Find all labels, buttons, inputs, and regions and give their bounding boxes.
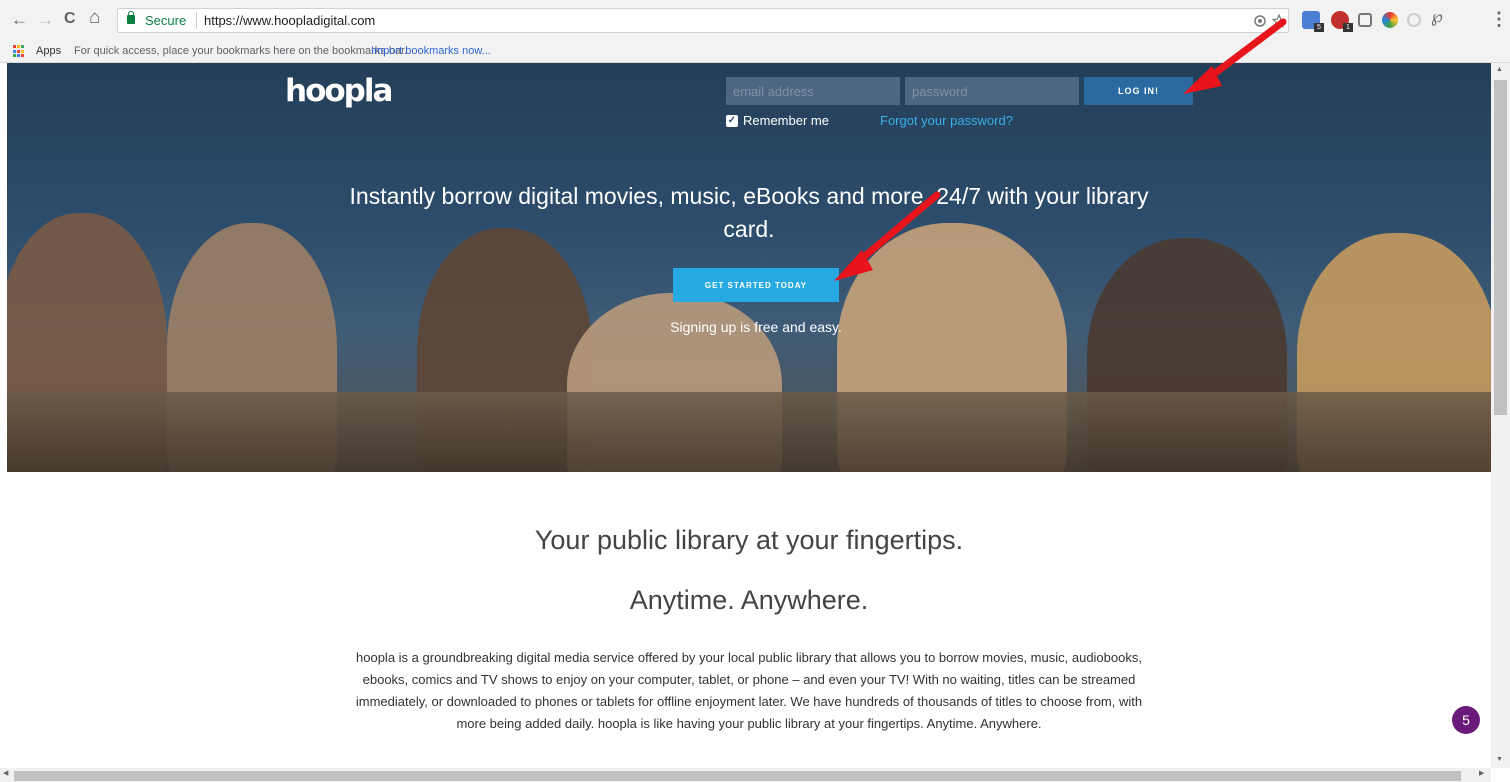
bookmark-star-icon[interactable] [1272, 14, 1286, 28]
reload-icon[interactable]: C [64, 10, 76, 28]
chat-notification-badge[interactable]: 5 [1452, 706, 1480, 734]
page-viewport: hoopla LOG IN! ✓ Remember me Forgot your… [7, 63, 1491, 768]
hero-subline: Signing up is free and easy. [670, 319, 842, 335]
forward-icon[interactable]: → [37, 10, 54, 30]
url-divider [196, 12, 197, 29]
login-button[interactable]: LOG IN! [1084, 77, 1193, 105]
section-title: Your public library at your fingertips. [534, 525, 964, 555]
hero-banner: hoopla LOG IN! ✓ Remember me Forgot your… [7, 63, 1491, 472]
section-subtitle: Anytime. Anywhere. [629, 585, 869, 615]
forgot-password-link[interactable]: Forgot your password? [880, 113, 1013, 128]
apps-label[interactable]: Apps [36, 45, 61, 57]
scroll-down-icon[interactable]: ▼ [1496, 756, 1503, 763]
hoopla-logo[interactable]: hoopla [285, 73, 393, 109]
back-icon[interactable]: ← [11, 10, 28, 30]
browser-toolbar: ← → C ⌂ Secure https://www.hoopladigital… [0, 0, 1510, 40]
extension-pinterest-icon[interactable]: ℘ [1431, 7, 1449, 26]
bookmarks-hint: For quick access, place your bookmarks h… [74, 45, 408, 57]
vertical-scrollbar-thumb[interactable] [1494, 80, 1507, 415]
scroll-left-icon[interactable]: ◀ [3, 769, 8, 777]
extension-color-icon[interactable] [1382, 12, 1398, 28]
extension-cast-icon[interactable] [1358, 13, 1372, 27]
extension-grey-icon[interactable] [1407, 13, 1421, 27]
remember-me-label[interactable]: Remember me [743, 113, 829, 128]
scroll-up-icon[interactable]: ▲ [1496, 66, 1503, 73]
home-icon[interactable]: ⌂ [89, 7, 100, 29]
password-input[interactable] [905, 77, 1079, 105]
location-icon[interactable] [1253, 14, 1267, 28]
horizontal-scrollbar-thumb[interactable] [14, 771, 1461, 781]
bookmarks-bar: Apps For quick access, place your bookma… [0, 40, 1510, 63]
import-bookmarks-link[interactable]: Import bookmarks now... [371, 45, 491, 57]
hero-headline: Instantly borrow digital movies, music, … [349, 183, 1149, 242]
apps-grid-icon[interactable] [13, 45, 26, 58]
address-bar[interactable]: Secure https://www.hoopladigital.com [117, 8, 1289, 33]
url-text[interactable]: https://www.hoopladigital.com [204, 13, 375, 28]
extension-adblock-icon[interactable]: 1 [1331, 11, 1353, 32]
get-started-button[interactable]: GET STARTED TODAY [673, 268, 839, 302]
hero-photo-bench [7, 392, 1491, 472]
secure-label: Secure [145, 13, 187, 28]
scroll-right-icon[interactable]: ▶ [1479, 769, 1484, 777]
remember-me-checkbox[interactable]: ✓ [726, 115, 738, 127]
lock-icon [127, 11, 135, 24]
browser-menu-icon[interactable]: ⋮ [1490, 9, 1508, 30]
email-input[interactable] [726, 77, 900, 105]
description-text: hoopla is a groundbreaking digital media… [355, 650, 1143, 731]
extension-lastpass-icon[interactable]: 5 [1302, 11, 1324, 32]
